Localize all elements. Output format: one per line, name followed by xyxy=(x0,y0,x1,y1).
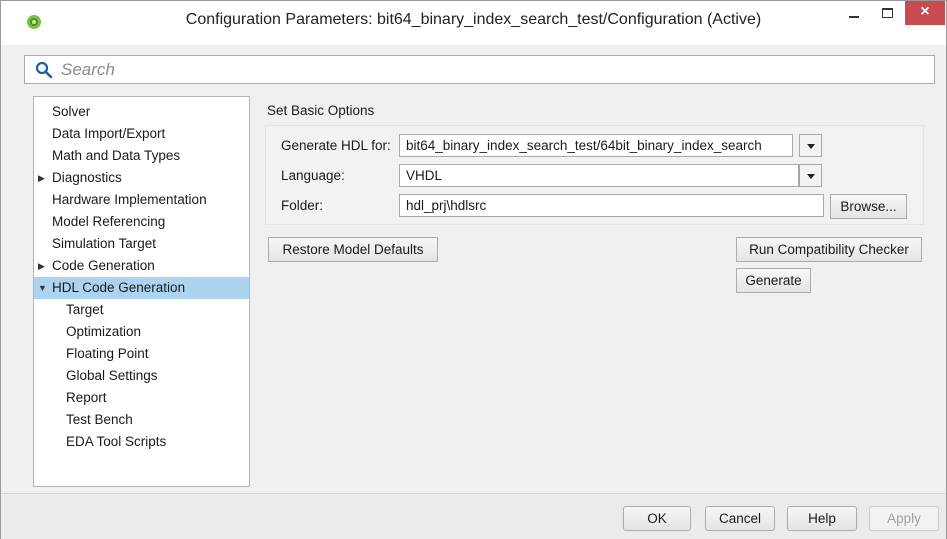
search-icon xyxy=(35,61,53,79)
close-button[interactable]: × xyxy=(905,1,945,25)
collapse-arrow-icon[interactable]: ▼ xyxy=(38,277,47,299)
tree-item-label: EDA Tool Scripts xyxy=(66,434,167,449)
tree-item-target[interactable]: Target xyxy=(34,299,249,321)
tree-item-report[interactable]: Report xyxy=(34,387,249,409)
minimize-button[interactable] xyxy=(837,1,871,25)
category-tree: Solver Data Import/Export Math and Data … xyxy=(33,96,250,487)
expand-arrow-icon[interactable]: ▶ xyxy=(38,255,45,277)
search-input[interactable] xyxy=(61,58,921,82)
chevron-down-icon[interactable] xyxy=(799,164,822,187)
browse-button[interactable]: Browse... xyxy=(830,194,907,219)
tree-item-label: Data Import/Export xyxy=(52,126,166,141)
chevron-down-icon[interactable] xyxy=(799,134,822,157)
tree-item-data-import-export[interactable]: Data Import/Export xyxy=(34,123,249,145)
tree-item-math-and-data-types[interactable]: Math and Data Types xyxy=(34,145,249,167)
tree-item-diagnostics[interactable]: ▶ Diagnostics xyxy=(34,167,249,189)
tree-item-label: Floating Point xyxy=(66,346,149,361)
tree-item-optimization[interactable]: Optimization xyxy=(34,321,249,343)
tree-item-test-bench[interactable]: Test Bench xyxy=(34,409,249,431)
apply-button[interactable]: Apply xyxy=(869,506,939,531)
maximize-button[interactable] xyxy=(873,1,903,25)
tree-item-global-settings[interactable]: Global Settings xyxy=(34,365,249,387)
generate-button[interactable]: Generate xyxy=(736,268,811,293)
language-dropdown[interactable]: VHDL xyxy=(399,164,799,187)
close-icon: × xyxy=(920,3,930,20)
title-bar[interactable]: Configuration Parameters: bit64_binary_i… xyxy=(1,1,946,45)
generate-hdl-for-dropdown[interactable]: bit64_binary_index_search_test/64bit_bin… xyxy=(399,134,793,157)
tree-item-label: Diagnostics xyxy=(52,170,122,185)
tree-item-label: HDL Code Generation xyxy=(52,280,186,295)
tree-item-label: Model Referencing xyxy=(52,214,166,229)
tree-item-model-referencing[interactable]: Model Referencing xyxy=(34,211,249,233)
tree-item-label: Solver xyxy=(52,104,91,119)
cancel-button[interactable]: Cancel xyxy=(705,506,775,531)
folder-field[interactable]: hdl_prj\hdlsrc xyxy=(399,194,824,217)
help-button[interactable]: Help xyxy=(787,506,857,531)
tree-item-hdl-code-generation[interactable]: ▼ HDL Code Generation xyxy=(34,277,249,299)
folder-label: Folder: xyxy=(281,198,324,213)
tree-item-label: Simulation Target xyxy=(52,236,157,251)
configuration-parameters-window: Configuration Parameters: bit64_binary_i… xyxy=(0,0,947,539)
tree-item-label: Target xyxy=(66,302,104,317)
tree-item-label: Report xyxy=(66,390,107,405)
tree-item-solver[interactable]: Solver xyxy=(34,101,249,123)
search-box[interactable] xyxy=(24,55,935,84)
window-title: Configuration Parameters: bit64_binary_i… xyxy=(185,11,762,28)
tree-item-label: Code Generation xyxy=(52,258,155,273)
tree-item-hardware-implementation[interactable]: Hardware Implementation xyxy=(34,189,249,211)
tree-item-label: Optimization xyxy=(66,324,142,339)
tree-item-eda-tool-scripts[interactable]: EDA Tool Scripts xyxy=(34,431,249,453)
ok-button[interactable]: OK xyxy=(623,506,691,531)
tree-item-floating-point[interactable]: Floating Point xyxy=(34,343,249,365)
restore-model-defaults-button[interactable]: Restore Model Defaults xyxy=(268,237,438,262)
tree-item-label: Test Bench xyxy=(66,412,133,427)
generate-hdl-for-label: Generate HDL for: xyxy=(281,138,391,153)
section-title: Set Basic Options xyxy=(267,103,375,118)
expand-arrow-icon[interactable]: ▶ xyxy=(38,167,45,189)
tree-item-simulation-target[interactable]: Simulation Target xyxy=(34,233,249,255)
language-label: Language: xyxy=(281,168,345,183)
run-compatibility-checker-button[interactable]: Run Compatibility Checker xyxy=(736,237,922,262)
tree-item-label: Math and Data Types xyxy=(52,148,181,163)
tree-item-label: Global Settings xyxy=(66,368,158,383)
tree-item-code-generation[interactable]: ▶ Code Generation xyxy=(34,255,249,277)
tree-item-label: Hardware Implementation xyxy=(52,192,207,207)
